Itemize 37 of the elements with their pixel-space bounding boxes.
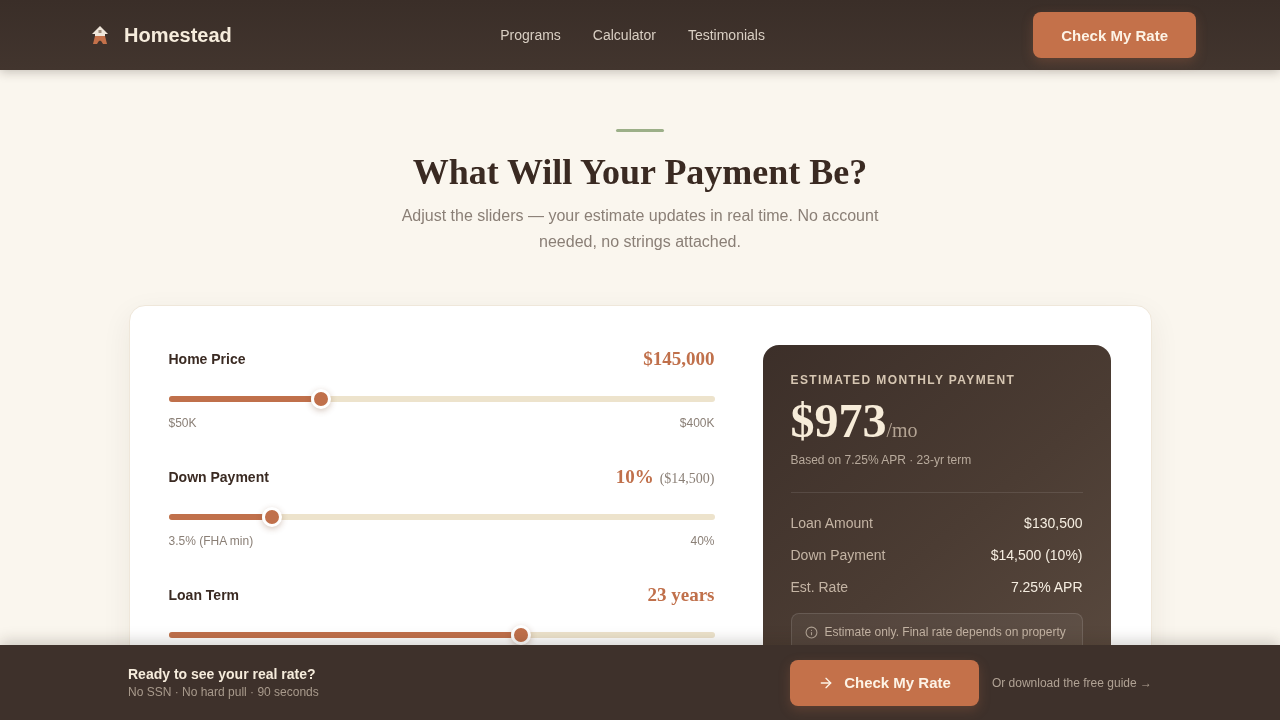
nav-link[interactable]: Testimonials [687, 25, 765, 45]
slider-thumb[interactable] [311, 389, 332, 409]
slider-value-note: ($14,500) [659, 471, 715, 487]
cta-subtitle: No SSN · No hard pull · 90 seconds [128, 684, 319, 700]
slider-value: 10% [615, 466, 654, 488]
monthly-amount: $973 [790, 397, 887, 445]
slider-thumb[interactable] [262, 507, 283, 527]
summary-eyebrow: ESTIMATED MONTHLY PAYMENT [790, 372, 1017, 388]
rate-basis: Based on 7.25% APR · 23-yr term [790, 452, 973, 468]
house-logo-icon [92, 26, 108, 44]
slider-value: $145,000 [643, 348, 715, 370]
summary-value: 7.25% APR [1010, 578, 1083, 597]
slider-thumb[interactable] [510, 625, 531, 645]
nav-link[interactable]: Programs [500, 25, 561, 45]
summary-value: $130,500 [1024, 514, 1083, 533]
cta-title: Ready to see your real rate? [128, 665, 317, 683]
summary-value: $14,500 (10%) [990, 546, 1083, 565]
accent-rule [616, 129, 664, 132]
slider-min-label: 3.5% (FHA min) [168, 533, 254, 549]
amount-unit: /mo [886, 419, 918, 442]
summary-label: Loan Amount [790, 514, 873, 533]
summary-label: Down Payment [790, 546, 886, 565]
slider-max-label: 40% [690, 533, 715, 549]
slider-value: 23 years [647, 584, 715, 606]
summary-label: Est. Rate [790, 578, 849, 597]
brand-name: Homestead [124, 23, 232, 47]
guide-link[interactable]: Or download the free guide → [991, 675, 1152, 690]
section-subtitle: Adjust the sliders — your estimate updates in real time. No account needed, no strings attached. [400, 206, 880, 252]
slider-max-label: $400K [679, 415, 715, 431]
section-title: What Will Your Payment Be? [412, 151, 868, 194]
info-icon [804, 625, 818, 639]
slider-label: Down Payment [168, 469, 269, 485]
slider-label: Home Price [168, 351, 246, 367]
slider-label: Loan Term [168, 587, 240, 603]
note-text: Estimate only. Final rate depends on property [824, 624, 1066, 640]
slider-min-label: $50K [168, 415, 197, 431]
nav-link[interactable]: Calculator [592, 25, 656, 45]
